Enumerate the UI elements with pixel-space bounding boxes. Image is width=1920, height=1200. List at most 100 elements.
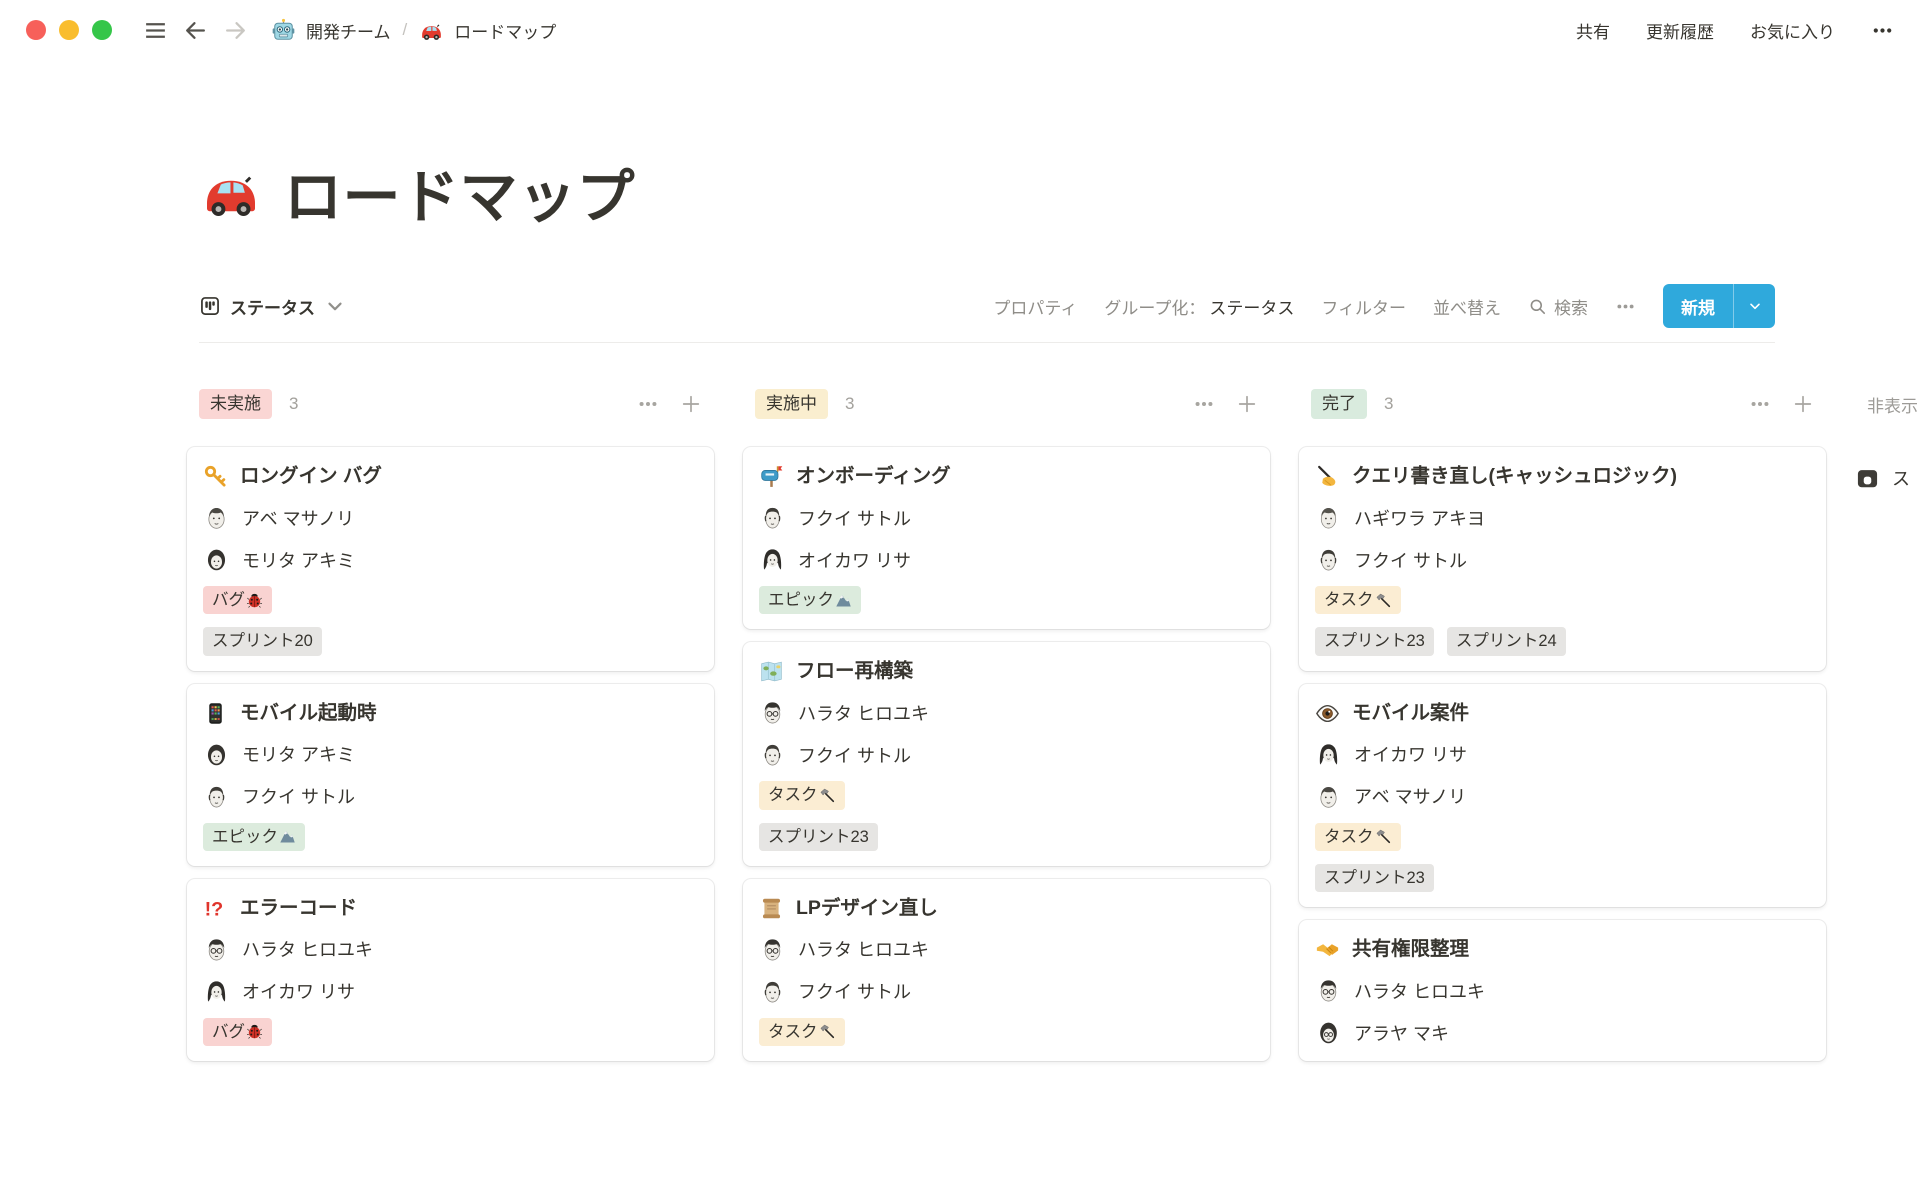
board-column: 実施中3オンボーディングフクイ サトルオイカワ リサエピックフロー再構築ハラタ … [743,387,1270,1074]
search-icon [1528,297,1547,316]
tag-badge: スプリント23 [759,823,878,851]
column-add-icon[interactable] [1236,393,1258,415]
column-add-icon[interactable] [680,393,702,415]
topbar-actions: 共有 更新履歴 お気に入り [1576,18,1894,43]
person-name: フクイ サトル [242,783,355,809]
new-button-dropdown[interactable] [1733,284,1775,328]
board-card[interactable]: モバイル案件オイカワ リサアベ マサノリタスクスプリント23 [1299,684,1826,908]
view-switcher[interactable]: ステータス [199,294,346,319]
person-name: オイカワ リサ [1354,741,1467,767]
person-name: ハラタ ヒロユキ [798,700,929,726]
person-row: オイカワ リサ [203,978,698,1005]
breadcrumb-page[interactable]: ロードマップ [454,18,556,43]
card-title-text: フロー再構築 [796,659,913,683]
page-title[interactable]: ロードマップ [284,150,635,234]
person-name: フクイ サトル [798,742,911,768]
hammer-icon [1375,592,1392,609]
minimize-window-button[interactable] [59,20,79,40]
breadcrumb: 開発チーム / ロードマップ [271,18,556,43]
column-tools [637,393,702,415]
person-row: フクイ サトル [1315,546,1810,573]
person-row: フクイ サトル [759,504,1254,531]
avatar [1315,783,1342,810]
board-card[interactable]: 共有権限整理ハラタ ヒロユキアラヤ マキ [1299,920,1826,1061]
hidden-group-row[interactable]: ス [1855,465,1920,491]
topbar: 開発チーム / ロードマップ 共有 更新履歴 お気に入り [0,0,1920,60]
group-by-button[interactable]: グループ化： ステータス [1104,294,1294,319]
column-menu-icon[interactable] [1193,393,1215,415]
card-title-text: モバイル案件 [1352,701,1469,725]
column-menu-icon[interactable] [1749,393,1771,415]
tag-badge: スプリント23 [1315,864,1434,892]
view-options-icon[interactable] [1615,296,1636,317]
board-card[interactable]: モバイル起動時モリタ アキミフクイ サトルエピック [187,684,714,866]
tag-label: タスク [1324,589,1374,611]
tag-badge: タスク [759,1018,845,1046]
breadcrumb-team[interactable]: 開発チーム [306,18,391,43]
column-count: 3 [289,394,298,414]
hidden-group-label: ス [1892,465,1910,491]
board-card[interactable]: エラーコードハラタ ヒロユキオイカワ リサバグ [187,879,714,1061]
card-title-text: オンボーディング [796,464,951,488]
new-button[interactable]: 新規 [1663,284,1775,328]
person-row: モリタ アキミ [203,546,698,573]
board-card[interactable]: LPデザイン直しハラタ ヒロユキフクイ サトルタスク [743,879,1270,1061]
hammer-icon [819,787,836,804]
tag-row: エピック [759,586,1254,614]
chevron-down-icon [324,295,346,317]
card-title-text: LPデザイン直し [796,896,938,920]
tag-row: タスク [759,781,1254,809]
card-title: クエリ書き直し(キャッシュロジック) [1315,464,1810,489]
column-tools [1749,393,1814,415]
board-card[interactable]: フロー再構築ハラタ ヒロユキフクイ サトルタスクスプリント23 [743,642,1270,866]
tag-badge: スプリント24 [1447,627,1566,655]
tag-label: バグ [212,589,245,611]
person-name: フクイ サトル [1354,547,1467,573]
back-icon[interactable] [183,18,208,43]
avatar [759,699,786,726]
new-button-label[interactable]: 新規 [1663,284,1733,328]
avatar [203,546,230,573]
board-column: 完了3クエリ書き直し(キャッシュロジック)ハギワラ アキヨフクイ サトルタスクス… [1299,387,1826,1074]
close-window-button[interactable] [26,20,46,40]
card-title: LPデザイン直し [759,896,1254,921]
avatar [203,504,230,531]
tag-row: バグ [203,1018,698,1046]
column-menu-icon[interactable] [637,393,659,415]
person-row: フクイ サトル [759,741,1254,768]
person-name: ハギワラ アキヨ [1354,505,1485,531]
page-car-icon[interactable] [199,160,263,224]
sort-button[interactable]: 並べ替え [1433,294,1501,319]
board-card[interactable]: クエリ書き直し(キャッシュロジック) ハギワラ アキヨフクイ サトルタスクスプリン… [1299,447,1826,671]
column-add-icon[interactable] [1792,393,1814,415]
favorites-button[interactable]: お気に入り [1750,18,1835,43]
tag-label: タスク [1324,826,1374,848]
properties-button[interactable]: プロパティ [993,294,1077,319]
forward-icon[interactable] [223,18,248,43]
person-row: アベ マサノリ [1315,783,1810,810]
filter-button[interactable]: フィルター [1321,294,1406,319]
column-status-badge[interactable]: 実施中 [755,389,828,419]
tag-badge: エピック [759,586,861,614]
sidebar-toggle-icon[interactable] [143,18,168,43]
column-status-badge[interactable]: 未実施 [199,389,272,419]
zoom-window-button[interactable] [92,20,112,40]
person-row: ハラタ ヒロユキ [1315,977,1810,1004]
column-status-badge[interactable]: 完了 [1311,389,1367,419]
share-button[interactable]: 共有 [1576,18,1610,43]
tag-badge: エピック [203,823,305,851]
tag-badge: タスク [759,781,845,809]
avatar [759,741,786,768]
board-card[interactable]: オンボーディングフクイ サトルオイカワ リサエピック [743,447,1270,629]
person-name: モリタ アキミ [242,547,355,573]
search-button[interactable]: 検索 [1528,294,1588,319]
tag-row: スプリント23 [1315,864,1810,892]
more-menu-icon[interactable] [1871,19,1894,42]
board-card[interactable]: ロングイン バグアベ マサノリモリタ アキミバグスプリント20 [187,447,714,671]
column-count: 3 [1384,394,1393,414]
updates-button[interactable]: 更新履歴 [1646,18,1714,43]
tag-label: タスク [768,1021,818,1043]
person-row: アラヤ マキ [1315,1019,1810,1046]
hammer-icon [819,1023,836,1040]
breadcrumb-separator: / [401,20,410,40]
